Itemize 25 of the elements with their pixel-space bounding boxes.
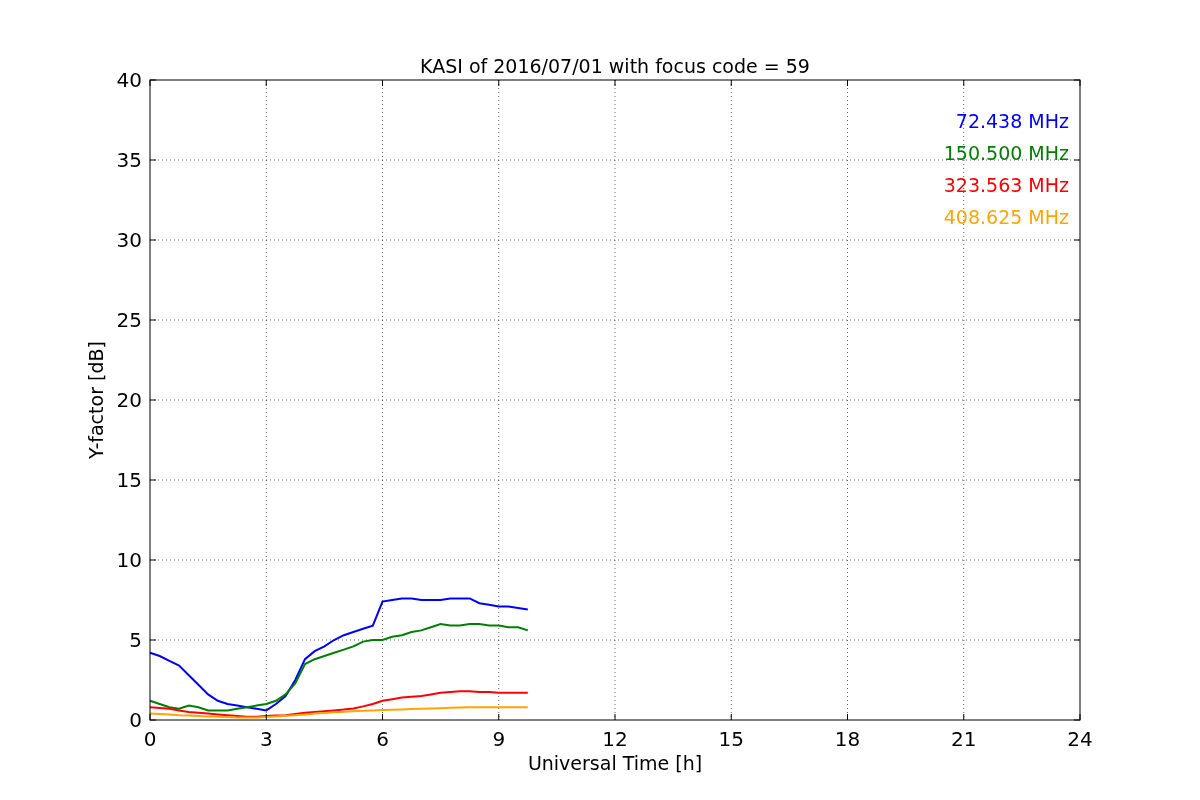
tick-label: 15 bbox=[718, 727, 744, 751]
tick-label: 15 bbox=[116, 468, 142, 492]
tick-label: 25 bbox=[116, 308, 142, 332]
tick-label: 0 bbox=[143, 727, 157, 751]
tick-label: 30 bbox=[116, 228, 142, 252]
tick-label: 5 bbox=[129, 628, 142, 652]
tick-label: 12 bbox=[602, 727, 628, 751]
tick-label: 40 bbox=[116, 68, 142, 92]
tick-label: 24 bbox=[1067, 727, 1093, 751]
tick-label: 9 bbox=[492, 727, 506, 751]
tick-label: 0 bbox=[129, 708, 142, 732]
legend-label: 408.625 MHz bbox=[943, 206, 1069, 228]
axis-label: Universal Time [h] bbox=[527, 752, 703, 774]
tick-label: 20 bbox=[116, 388, 142, 412]
tick-label: 3 bbox=[259, 727, 273, 751]
tick-label: 6 bbox=[376, 727, 389, 751]
tick-label: 10 bbox=[116, 548, 142, 572]
legend-label: 323.563 MHz bbox=[943, 174, 1069, 196]
axis-label: Y-factor [dB] bbox=[85, 341, 107, 459]
legend-label: 150.500 MHz bbox=[943, 142, 1069, 164]
tick-label: 21 bbox=[951, 727, 977, 751]
tick-label: 18 bbox=[834, 727, 861, 751]
tick-label: 35 bbox=[116, 148, 142, 172]
chart-title: KASI of 2016/07/01 with focus code = 59 bbox=[420, 55, 810, 77]
legend-label: 72.438 MHz bbox=[955, 110, 1069, 132]
